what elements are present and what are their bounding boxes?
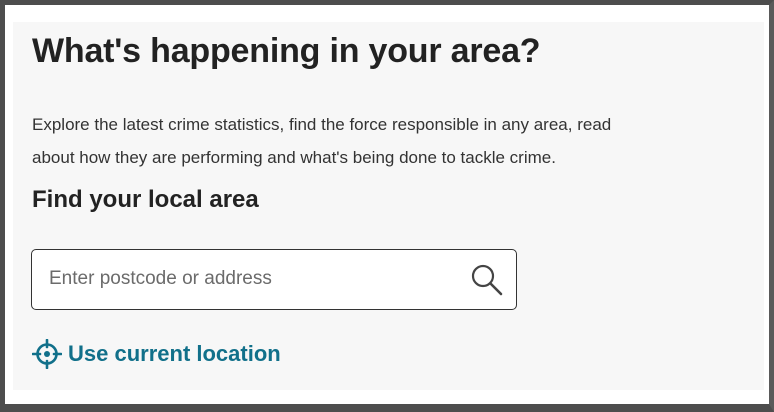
crosshair-icon xyxy=(32,339,62,369)
search-box xyxy=(31,249,517,310)
page-title: What's happening in your area? xyxy=(32,32,541,70)
area-search-panel: What's happening in your area? Explore t… xyxy=(13,22,764,390)
find-area-heading: Find your local area xyxy=(32,186,259,213)
use-current-location-link[interactable]: Use current location xyxy=(32,337,281,371)
intro-text: Explore the latest crime statistics, fin… xyxy=(32,115,612,167)
search-button[interactable] xyxy=(468,261,506,299)
use-current-location-label: Use current location xyxy=(68,341,281,366)
search-input[interactable] xyxy=(32,250,452,308)
search-icon xyxy=(471,264,503,296)
